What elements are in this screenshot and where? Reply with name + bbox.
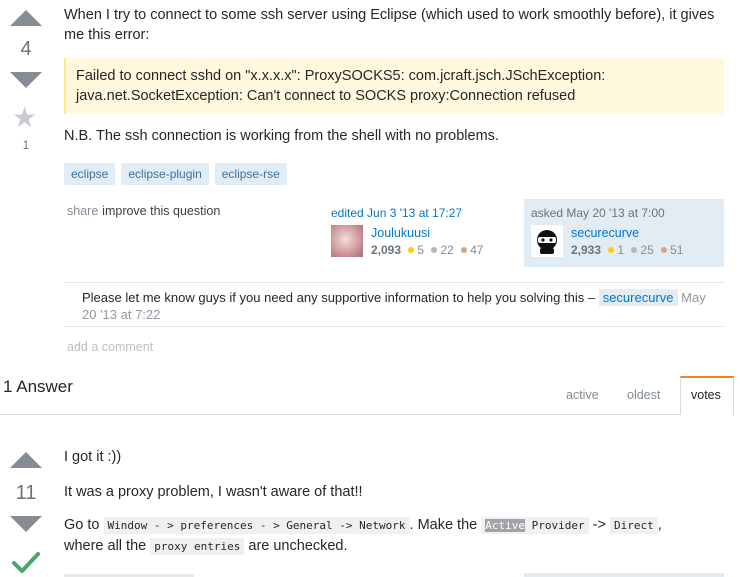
code-network-path: Window - > preferences - > General -> Ne… (103, 517, 410, 534)
comments-top-divider (64, 282, 724, 283)
question-note: N.B. The ssh connection is working from … (64, 128, 499, 144)
post-menu: share improve this question (67, 202, 220, 218)
arrow-text: -> (592, 517, 606, 533)
error-line1: Failed to connect sshd on "x.x.x.x": Pro… (76, 68, 606, 84)
tab-oldest[interactable]: oldest (627, 388, 660, 402)
asked-timestamp: asked May 20 '13 at 7:00 (531, 206, 665, 220)
code-provider: Provider (525, 519, 585, 532)
edited-timestamp-link[interactable]: edited Jun 3 '13 at 17:27 (331, 206, 462, 220)
answers-count-title: 1 Answer (3, 377, 73, 396)
tag-eclipse-plugin[interactable]: eclipse-plugin (121, 163, 209, 185)
code-active-provider: Active Provider (481, 517, 589, 534)
where-all-text: where all the (64, 538, 147, 554)
editor-bronze-badges: 47 (461, 243, 483, 257)
answer-vote-count: 11 (15, 482, 37, 504)
question-body-line2: me this error: (64, 27, 150, 43)
favorite-count: 1 (22, 138, 30, 152)
tag-list: eclipse eclipse-plugin eclipse-rse (64, 163, 293, 185)
goto-text: Go to (64, 517, 100, 533)
code-active: Active (485, 519, 525, 532)
error-line2: java.net.SocketException: Can't connect … (76, 88, 576, 104)
question-upvote-button[interactable] (10, 10, 42, 26)
are-unchecked-text: are unchecked. (248, 538, 348, 554)
asker-username[interactable]: securecurve (571, 226, 639, 240)
answer-signature-fragment (524, 573, 724, 577)
comment-date-part1: May (681, 290, 706, 305)
asker-avatar[interactable] (531, 225, 563, 257)
answers-header-divider (0, 414, 734, 415)
editor-rep-score: 2,093 (371, 243, 402, 257)
asker-bronze-badges: 51 (661, 243, 683, 257)
editor-signature: edited Jun 3 '13 at 17:27 Joulukuusi 2,0… (331, 199, 511, 265)
editor-silver-badges: 22 (431, 243, 454, 257)
answer-upvote-button[interactable] (10, 452, 42, 468)
code-direct: Direct (609, 517, 658, 534)
comment-user-link[interactable]: securecurve (598, 289, 678, 306)
asker-gold-badges: 1 (608, 243, 624, 257)
tab-votes-label: votes (691, 388, 721, 402)
make-the-text: . Make the (409, 517, 478, 533)
editor-gold-badges: 5 (408, 243, 424, 257)
ninja-icon (537, 230, 557, 254)
tab-active[interactable]: active (566, 388, 599, 402)
asker-signature: asked May 20 '13 at 7:00 securecurve 2,9… (524, 199, 724, 267)
share-link[interactable]: share (67, 204, 98, 218)
code-proxy-entries: proxy entries (150, 538, 245, 555)
editor-reputation: 2,093 5 22 47 (371, 243, 483, 257)
comma-text: , (657, 517, 662, 533)
comment-date-part2: 20 '13 at 7:22 (82, 307, 161, 322)
answer-menu-fragment (64, 572, 194, 577)
tag-eclipse-rse[interactable]: eclipse-rse (214, 163, 287, 185)
comment-text: Please let me know guys if you need any … (82, 290, 596, 305)
editor-username[interactable]: Joulukuusi (371, 226, 430, 240)
answer-instructions-line2: where all the proxy entries are unchecke… (64, 536, 348, 557)
question-downvote-button[interactable] (10, 72, 42, 88)
comments-bottom-divider (64, 326, 724, 327)
error-blockquote: Failed to connect sshd on "x.x.x.x": Pro… (64, 58, 724, 114)
asker-silver-badges: 25 (631, 243, 654, 257)
favorite-star-icon[interactable]: ★ (12, 104, 37, 132)
tag-eclipse[interactable]: eclipse (64, 163, 116, 185)
add-comment-link[interactable]: add a comment (67, 340, 153, 354)
editor-avatar[interactable] (331, 225, 363, 257)
asker-rep-score: 2,933 (571, 243, 602, 257)
answer-line1: I got it :)) (64, 449, 122, 465)
answer-instructions-line1: Go to Window - > preferences - > General… (64, 515, 662, 536)
answer-downvote-button[interactable] (10, 516, 42, 532)
asker-reputation: 2,933 1 25 51 (571, 243, 683, 257)
question-vote-count: 4 (20, 38, 32, 60)
improve-question-link[interactable]: improve this question (102, 204, 220, 218)
comment-item: Please let me know guys if you need any … (82, 289, 718, 323)
tab-votes[interactable]: votes (680, 376, 734, 415)
answer-line2: It was a proxy problem, I wasn't aware o… (64, 484, 363, 500)
accepted-checkmark-icon (12, 550, 40, 577)
question-body-line1: When I try to connect to some ssh server… (64, 7, 715, 23)
